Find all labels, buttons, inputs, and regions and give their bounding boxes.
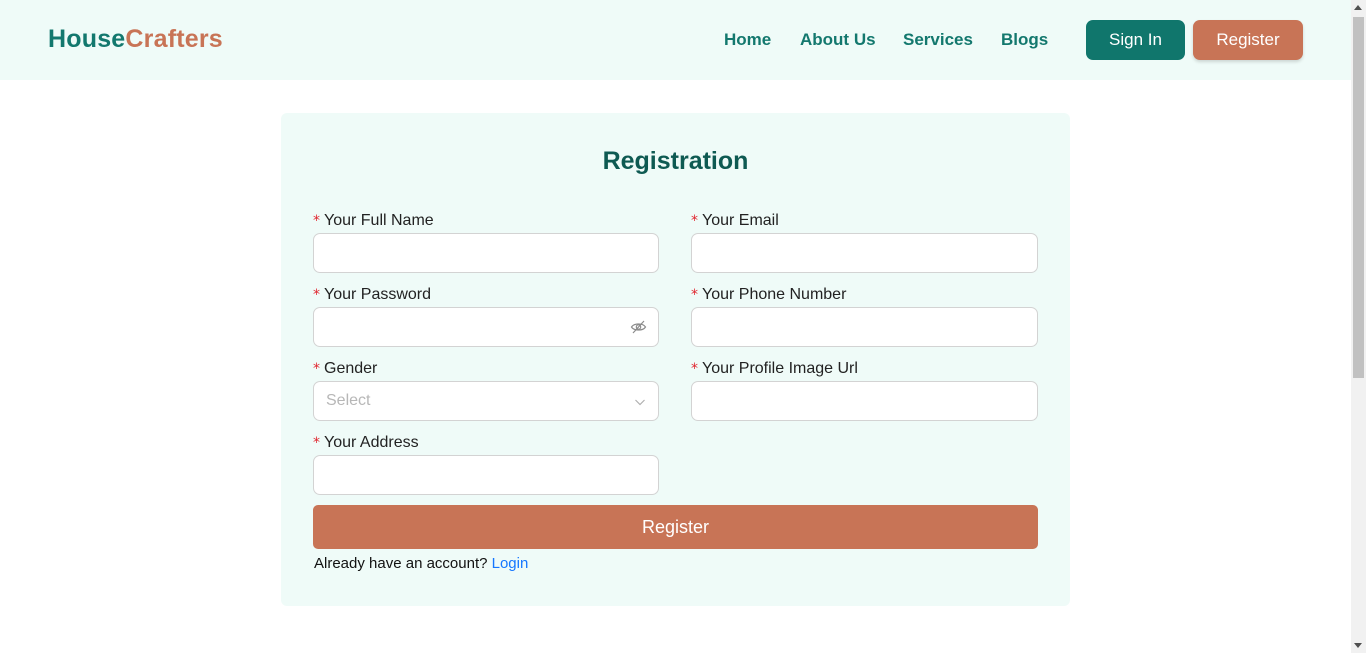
- login-prompt: Already have an account? Login: [314, 555, 528, 572]
- required-mark: *: [313, 287, 320, 303]
- phone-input[interactable]: [691, 307, 1038, 347]
- required-mark: *: [691, 287, 698, 303]
- full-name-label: * Your Full Name: [313, 212, 434, 230]
- nav-services[interactable]: Services: [903, 30, 973, 50]
- profile-image-label-text: Your Profile Image Url: [702, 360, 858, 377]
- scroll-up-arrow-icon[interactable]: [1354, 5, 1362, 10]
- top-header: HouseCrafters Home About Us Services Blo…: [0, 0, 1351, 80]
- email-label-text: Your Email: [702, 212, 779, 229]
- full-name-input[interactable]: [313, 233, 659, 273]
- registration-card: Registration * Your Full Name * Your Email…: [281, 113, 1070, 606]
- gender-select[interactable]: Select: [313, 381, 659, 421]
- header-register-button[interactable]: Register: [1193, 20, 1303, 60]
- logo[interactable]: HouseCrafters: [48, 25, 223, 54]
- login-link[interactable]: Login: [492, 555, 529, 572]
- address-input[interactable]: [313, 455, 659, 495]
- phone-label-text: Your Phone Number: [702, 286, 847, 303]
- login-prompt-text: Already have an account?: [314, 555, 488, 572]
- password-input[interactable]: [313, 307, 659, 347]
- page-title: Registration: [602, 147, 749, 175]
- phone-label: * Your Phone Number: [691, 286, 846, 304]
- profile-image-label: * Your Profile Image Url: [691, 360, 858, 378]
- chevron-down-icon: [634, 395, 646, 413]
- email-input[interactable]: [691, 233, 1038, 273]
- vertical-scrollbar[interactable]: [1351, 0, 1366, 653]
- address-label: * Your Address: [313, 434, 419, 452]
- nav-blogs[interactable]: Blogs: [1001, 30, 1048, 50]
- scroll-down-arrow-icon[interactable]: [1354, 643, 1362, 648]
- gender-label-text: Gender: [324, 360, 378, 377]
- email-label: * Your Email: [691, 212, 779, 230]
- password-label-text: Your Password: [324, 286, 432, 303]
- required-mark: *: [313, 361, 320, 377]
- scrollbar-thumb[interactable]: [1353, 17, 1364, 378]
- required-mark: *: [691, 213, 698, 229]
- password-label: * Your Password: [313, 286, 431, 304]
- required-mark: *: [313, 213, 320, 229]
- gender-select-placeholder: Select: [326, 392, 371, 409]
- full-name-label-text: Your Full Name: [324, 212, 434, 229]
- logo-part-house: House: [48, 25, 126, 53]
- address-label-text: Your Address: [324, 434, 419, 451]
- nav-about-us[interactable]: About Us: [800, 30, 876, 50]
- register-submit-button[interactable]: Register: [313, 505, 1038, 549]
- logo-part-crafters: Crafters: [125, 25, 223, 53]
- required-mark: *: [691, 361, 698, 377]
- nav-home[interactable]: Home: [724, 30, 771, 50]
- gender-label: * Gender: [313, 360, 377, 378]
- required-mark: *: [313, 435, 320, 451]
- sign-in-button[interactable]: Sign In: [1086, 20, 1185, 60]
- eye-invisible-icon[interactable]: [630, 319, 647, 340]
- profile-image-url-input[interactable]: [691, 381, 1038, 421]
